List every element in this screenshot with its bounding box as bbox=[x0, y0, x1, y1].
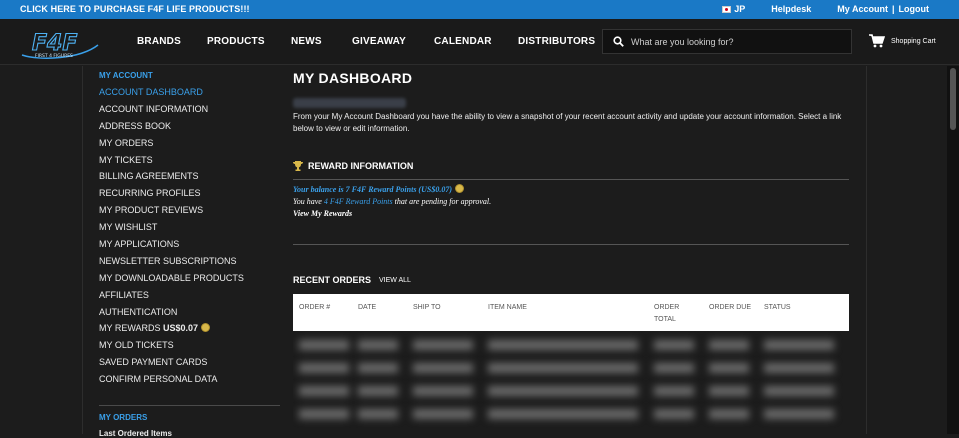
link-separator: | bbox=[891, 4, 895, 14]
helpdesk-link[interactable]: Helpdesk bbox=[771, 4, 811, 14]
recent-orders-title: RECENT ORDERS VIEW ALL bbox=[293, 275, 411, 285]
promo-link[interactable]: CLICK HERE TO PURCHASE F4F LIFE PRODUCTS… bbox=[20, 4, 250, 14]
sidebar-item-my-rewards[interactable]: MY REWARDS US$0.07 bbox=[99, 322, 244, 339]
sidebar-item-affiliates[interactable]: AFFILIATES bbox=[99, 289, 244, 306]
column-order-number: ORDER # bbox=[299, 304, 331, 311]
sidebar-border bbox=[82, 66, 83, 434]
sidebar-item-my-tickets[interactable]: MY TICKETS bbox=[99, 154, 244, 171]
search-icon[interactable] bbox=[613, 36, 624, 47]
sidebar-item-saved-cards[interactable]: SAVED PAYMENT CARDS bbox=[99, 356, 244, 373]
sidebar-divider bbox=[99, 405, 280, 406]
sidebar-item-billing-agreements[interactable]: BILLING AGREEMENTS bbox=[99, 170, 244, 187]
reward-info: Your balance is 7 F4F Reward Points (US$… bbox=[293, 184, 491, 220]
table-row bbox=[293, 358, 849, 378]
reward-section-title: REWARD INFORMATION bbox=[293, 161, 413, 171]
my-account-link[interactable]: My Account bbox=[837, 4, 888, 14]
sidebar-heading: MY ACCOUNT bbox=[99, 71, 153, 80]
logout-link[interactable]: Logout bbox=[899, 4, 930, 14]
orders-table-body-redacted bbox=[293, 331, 849, 434]
view-rewards-link[interactable]: View My Rewards bbox=[293, 208, 491, 220]
f4f-logo[interactable]: F4F FIRST 4 FIGURES bbox=[20, 25, 100, 61]
column-date: DATE bbox=[358, 304, 377, 311]
language-selector[interactable]: JP bbox=[722, 4, 745, 14]
dashboard-content: MY DASHBOARD From your My Account Dashbo… bbox=[293, 66, 849, 434]
page-title: MY DASHBOARD bbox=[293, 70, 413, 86]
sidebar-item-wishlist[interactable]: MY WISHLIST bbox=[99, 221, 244, 238]
japan-flag-icon bbox=[722, 6, 732, 13]
table-row bbox=[293, 381, 849, 401]
sidebar-orders-heading: MY ORDERS bbox=[99, 413, 148, 422]
reward-balance-link[interactable]: Your balance is 7 F4F Reward Points (US$… bbox=[293, 185, 452, 194]
coin-icon bbox=[201, 323, 211, 333]
nav-distributors[interactable]: DISTRIBUTORS bbox=[518, 36, 595, 47]
sidebar-item-authentication[interactable]: AUTHENTICATION bbox=[99, 306, 244, 323]
view-all-link[interactable]: VIEW ALL bbox=[379, 277, 411, 284]
logo-text: F4F bbox=[32, 31, 77, 56]
nav-giveaway[interactable]: GIVEAWAY bbox=[352, 36, 434, 47]
sidebar-item-account-dashboard[interactable]: ACCOUNT DASHBOARD bbox=[99, 86, 244, 103]
column-order-due: ORDER DUE bbox=[709, 304, 752, 311]
nav-calendar[interactable]: CALENDAR bbox=[434, 36, 518, 47]
table-row bbox=[293, 335, 849, 355]
table-row bbox=[293, 404, 849, 424]
rewards-amount: US$0.07 bbox=[163, 323, 199, 334]
coin-icon bbox=[454, 184, 464, 193]
nav-brands[interactable]: BRANDS bbox=[137, 36, 207, 47]
nav-news[interactable]: NEWS bbox=[291, 36, 352, 47]
page-scrollbar[interactable] bbox=[947, 66, 959, 434]
recent-orders-label: RECENT ORDERS bbox=[293, 275, 372, 285]
reward-title: REWARD INFORMATION bbox=[308, 161, 414, 171]
account-links: JP Helpdesk My Account | Logout bbox=[722, 4, 929, 14]
shopping-cart-link[interactable]: Shopping Cart bbox=[869, 34, 936, 48]
sidebar-item-address-book[interactable]: ADDRESS BOOK bbox=[99, 120, 244, 137]
column-ship-to: SHIP TO bbox=[413, 304, 441, 311]
reward-divider bbox=[293, 179, 849, 180]
promo-bar: CLICK HERE TO PURCHASE F4F LIFE PRODUCTS… bbox=[0, 0, 959, 19]
search-box bbox=[602, 29, 852, 54]
sidebar-item-newsletter[interactable]: NEWSLETTER SUBSCRIPTIONS bbox=[99, 255, 244, 272]
sidebar-item-my-orders[interactable]: MY ORDERS bbox=[99, 137, 244, 154]
cart-label: Shopping Cart bbox=[891, 37, 936, 45]
column-order-total: ORDER TOTAL bbox=[654, 304, 680, 323]
pending-points-link[interactable]: 4 F4F Reward Points bbox=[324, 197, 393, 206]
nav-products[interactable]: PRODUCTS bbox=[207, 36, 291, 47]
sidebar-item-product-reviews[interactable]: MY PRODUCT REVIEWS bbox=[99, 204, 244, 221]
cart-icon bbox=[869, 34, 885, 48]
account-sidebar: MY ACCOUNT ACCOUNT DASHBOARD ACCOUNT INF… bbox=[82, 66, 280, 438]
sidebar-item-applications[interactable]: MY APPLICATIONS bbox=[99, 238, 244, 255]
sidebar-item-old-tickets[interactable]: MY OLD TICKETS bbox=[99, 339, 244, 356]
column-item-name: ITEM NAME bbox=[488, 304, 527, 311]
trophy-icon bbox=[293, 161, 303, 171]
nav-menu: BRANDS PRODUCTS NEWS GIVEAWAY CALENDAR D… bbox=[137, 36, 595, 47]
sidebar-item-confirm-data[interactable]: CONFIRM PERSONAL DATA bbox=[99, 373, 244, 390]
sidebar-item-label: MY REWARDS bbox=[99, 323, 161, 334]
main-navigation: F4F FIRST 4 FIGURES BRANDS PRODUCTS NEWS… bbox=[0, 19, 959, 65]
sidebar-item-account-information[interactable]: ACCOUNT INFORMATION bbox=[99, 103, 244, 120]
language-label: JP bbox=[734, 4, 746, 14]
sidebar-item-recurring-profiles[interactable]: RECURRING PROFILES bbox=[99, 187, 244, 204]
orders-table-header: ORDER # DATE SHIP TO ITEM NAME ORDER TOT… bbox=[293, 294, 849, 331]
logo-subtext: FIRST 4 FIGURES bbox=[35, 53, 73, 59]
pending-prefix: You have bbox=[293, 197, 324, 206]
sidebar-menu: ACCOUNT DASHBOARD ACCOUNT INFORMATION AD… bbox=[99, 86, 244, 390]
section-divider bbox=[293, 244, 849, 245]
redacted-username bbox=[293, 98, 406, 108]
sidebar-item-downloadable-products[interactable]: MY DOWNLOADABLE PRODUCTS bbox=[99, 272, 244, 289]
content-border bbox=[866, 66, 867, 434]
pending-suffix: that are pending for approval. bbox=[392, 197, 492, 206]
column-status: STATUS bbox=[764, 304, 791, 311]
dashboard-intro: From your My Account Dashboard you have … bbox=[293, 112, 842, 133]
search-input[interactable] bbox=[631, 34, 841, 50]
scrollbar-thumb[interactable] bbox=[950, 68, 956, 130]
